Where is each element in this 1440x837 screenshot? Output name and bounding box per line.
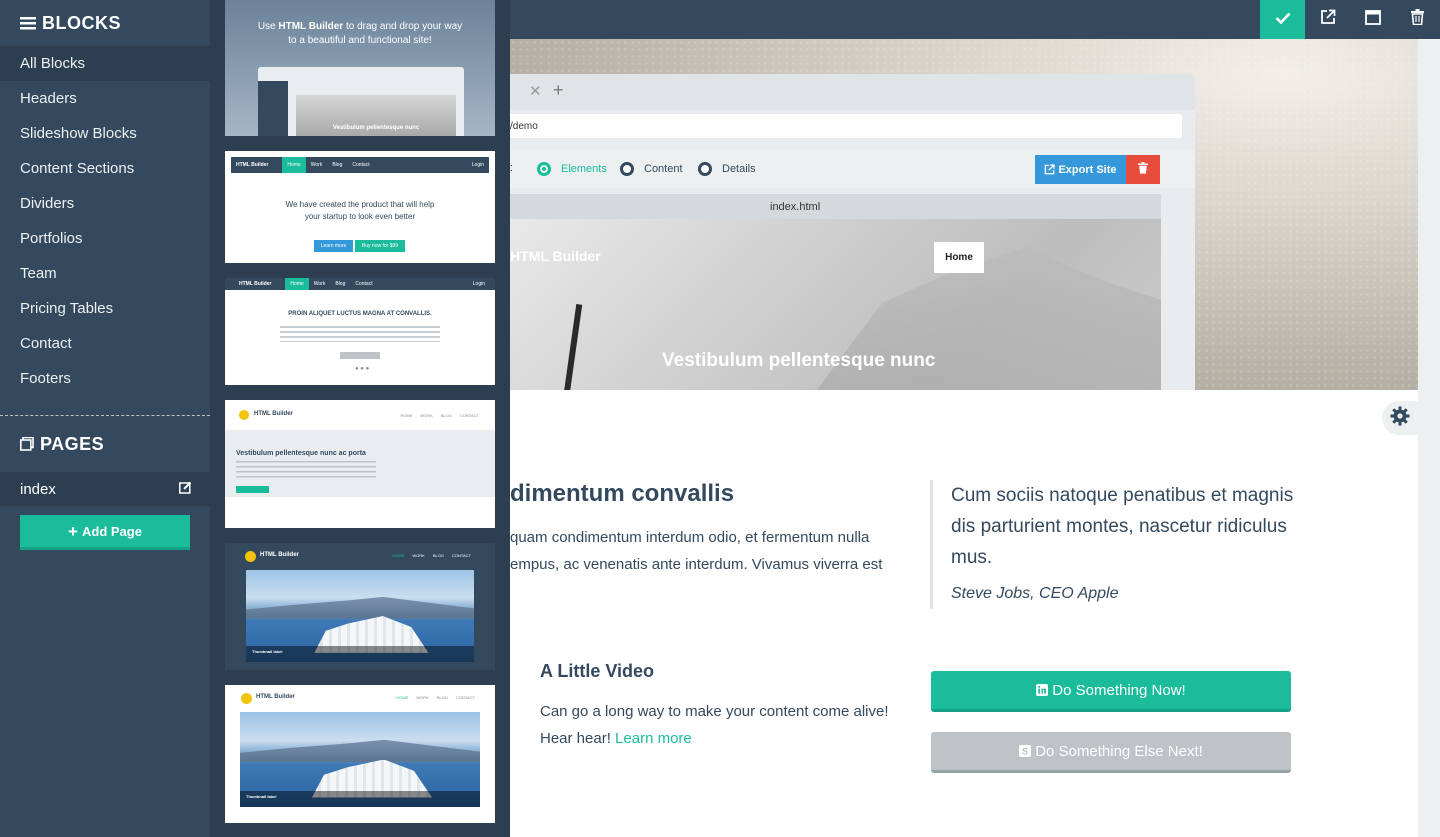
browser-tab-bar: ✕ + — [510, 74, 1195, 110]
category-dividers[interactable]: Dividers — [0, 186, 210, 221]
block-thumbnail-slideshow-text[interactable]: HTML Builder Home Work Blog Contact Logi… — [225, 278, 495, 385]
block-thumbnail-content-header[interactable]: HTML Builder HOME WORK BLOG CONTACT Vestibu… — [225, 400, 495, 528]
category-contact[interactable]: Contact — [0, 326, 210, 361]
mode-elements-radio: Elements — [537, 162, 607, 176]
thumb-content-band: Vestibulum pellentesque nunc ac porta — [225, 430, 495, 497]
thumb-app-screenshot: Vestibulum pellentesque nunc — [258, 67, 464, 136]
mode-details-radio: Details — [698, 162, 756, 176]
category-footers[interactable]: Footers — [0, 361, 210, 396]
page-canvas: ✕ + /demo : Elements Content Details Exp… — [510, 39, 1418, 837]
add-page-label: Add Page — [81, 523, 142, 539]
thumb-slide-lines — [280, 326, 440, 342]
thumb-nav: HOME WORK BLOG CONTACT — [392, 553, 471, 558]
mock-brand: HTML Builder — [510, 248, 601, 264]
mock-page-preview: HTML Builder Home Vestibulum pellentesqu… — [510, 219, 1161, 390]
thumb-slide-image: Thumbnail label — [246, 570, 474, 662]
canvas-scrollbar-track[interactable] — [1418, 39, 1440, 837]
block-settings-button[interactable] — [1382, 401, 1418, 435]
svg-text:S: S — [1022, 747, 1028, 757]
add-page-button[interactable]: + Add Page — [20, 515, 190, 550]
mock-export-site-button: Export Site — [1035, 155, 1126, 184]
thumb-nav: HOME WORK BLOG CONTACT — [396, 695, 475, 700]
learn-more-link[interactable]: Learn more — [615, 730, 692, 747]
mode-content-radio: Content — [620, 162, 683, 176]
mode-prefix: : — [510, 162, 514, 174]
category-all-blocks[interactable]: All Blocks — [0, 46, 210, 81]
section-paragraph[interactable]: quam condimentum interdum odio, et ferme… — [510, 524, 910, 578]
thumb-slide-image: Thumbnail label — [240, 712, 480, 807]
blocks-sidebar: BLOCKS All Blocks Headers Slideshow Bloc… — [0, 0, 210, 837]
mock-delete-button — [1126, 155, 1160, 184]
new-tab-icon: + — [553, 80, 564, 100]
category-team[interactable]: Team — [0, 256, 210, 291]
copy-icon — [20, 437, 34, 451]
thumb-brand: HTML Builder — [254, 411, 293, 417]
trash-icon — [1138, 161, 1148, 179]
skype-icon: S — [1019, 745, 1032, 757]
preview-button[interactable] — [1350, 0, 1395, 39]
block-thumbnail-header-centered[interactable]: HTML Builder Home Work Blog Contact Logi… — [225, 151, 495, 263]
block-category-list: All Blocks Headers Slideshow Blocks Cont… — [0, 46, 210, 396]
video-heading[interactable]: A Little Video — [540, 661, 654, 682]
quote-author: Steve Jobs, CEO Apple — [951, 585, 1119, 602]
external-link-icon — [1320, 9, 1336, 30]
page-item-index[interactable]: index — [0, 472, 210, 506]
thumb-brand: HTML Builder — [256, 694, 295, 700]
page-item-label: index — [20, 480, 56, 498]
thumb-nav: HTML Builder Home Work Blog Contact Logi… — [225, 278, 495, 290]
thumb-logo — [239, 410, 249, 420]
category-portfolios[interactable]: Portfolios — [0, 221, 210, 256]
trash-icon — [1411, 9, 1424, 30]
gear-icon — [1390, 406, 1410, 431]
thumb-slide-button — [340, 352, 380, 359]
pages-header: PAGES — [0, 416, 210, 472]
category-pricing-tables[interactable]: Pricing Tables — [0, 291, 210, 326]
mock-file-tab: index.html — [510, 194, 1161, 219]
blocks-title: BLOCKS — [42, 12, 121, 33]
blocks-header: BLOCKS — [0, 0, 210, 46]
thumb-logo — [245, 551, 256, 562]
cta-primary-button[interactable]: Do Something Now! — [931, 671, 1291, 712]
block-thumbnail-slideshow-dark[interactable]: HTML Builder HOME WORK BLOG CONTACT Thumbna… — [225, 543, 495, 670]
category-content-sections[interactable]: Content Sections — [0, 151, 210, 186]
block-thumbnails-panel: Use HTML Builder to drag and drop your w… — [210, 0, 510, 837]
cta-secondary-button[interactable]: S Do Something Else Next! — [931, 732, 1291, 773]
blockquote[interactable]: Cum sociis natoque penatibus et magnis d… — [930, 480, 1310, 609]
section-heading[interactable]: dimentum convallis — [510, 480, 734, 508]
save-button[interactable] — [1260, 0, 1305, 39]
builder-mode-toolbar: : Elements Content Details Export Site — [510, 150, 1195, 188]
thumb-btn-learn: Learn more — [314, 240, 353, 252]
category-slideshow-blocks[interactable]: Slideshow Blocks — [0, 116, 210, 151]
category-headers[interactable]: Headers — [0, 81, 210, 116]
thumb-slide-title: PROIN ALIQUET LUCTUS MAGNA AT CONVALLIS. — [288, 311, 432, 317]
window-icon — [1364, 9, 1381, 30]
check-icon — [1275, 11, 1291, 29]
thumb-hero-text: Use HTML Builder to drag and drop your w… — [257, 21, 463, 46]
plus-icon: + — [68, 521, 78, 541]
block-thumbnail-hero-builder[interactable]: Use HTML Builder to drag and drop your w… — [225, 0, 495, 136]
thumb-logo — [241, 693, 252, 704]
browser-mockup: ✕ + /demo : Elements Content Details Exp… — [510, 74, 1195, 390]
linkedin-icon — [1036, 684, 1049, 696]
thumb-nav: HOME WORK BLOG CONTACT — [400, 413, 479, 418]
thumb-nav: HTML Builder Home Work Blog Contact Logi… — [231, 157, 489, 173]
external-link-icon — [1044, 164, 1056, 175]
block-thumbnail-slideshow-light[interactable]: HTML Builder HOME WORK BLOG CONTACT Thumbna… — [225, 685, 495, 823]
pages-title: PAGES — [40, 433, 105, 454]
thumb-header-text: We have created the product that will he… — [285, 200, 435, 221]
close-tab-icon: ✕ — [529, 83, 542, 100]
top-toolbar — [510, 0, 1440, 39]
thumb-brand: HTML Builder — [260, 552, 299, 558]
browser-url-bar: /demo — [510, 114, 1182, 138]
quote-text: Cum sociis natoque penatibus et magnis d… — [951, 485, 1294, 568]
thumb-slide-dots: ● ● ● — [355, 366, 370, 372]
export-button[interactable] — [1305, 0, 1350, 39]
menu-icon — [20, 16, 36, 30]
mock-home-link: Home — [934, 242, 984, 273]
edit-icon[interactable] — [179, 481, 192, 498]
thumb-btn-buy: Buy now for $99 — [355, 240, 405, 252]
video-paragraph[interactable]: Can go a long way to make your content c… — [540, 698, 910, 752]
delete-all-button[interactable] — [1395, 0, 1440, 39]
